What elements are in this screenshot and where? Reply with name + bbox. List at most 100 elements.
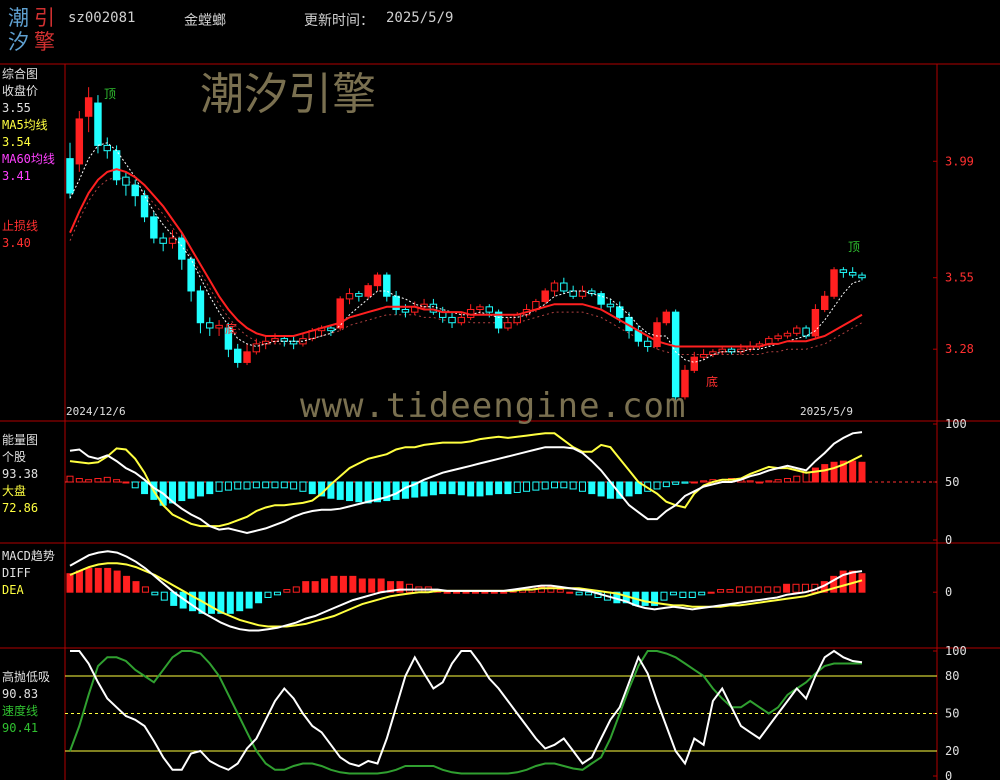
candle bbox=[75, 118, 84, 165]
oscillator-line bbox=[70, 649, 863, 771]
market-value: 72.86 bbox=[2, 501, 39, 515]
macd-bar bbox=[368, 578, 376, 593]
candle bbox=[476, 306, 484, 310]
energy-bar bbox=[299, 481, 307, 492]
macd-bar bbox=[698, 591, 706, 596]
macd-bar bbox=[783, 583, 791, 593]
candle bbox=[774, 335, 782, 340]
macd-bar bbox=[707, 591, 715, 594]
oscillator-chart: 100 80 50 20 0 bbox=[65, 644, 967, 780]
energy-bar bbox=[476, 481, 484, 497]
macd-bar bbox=[641, 591, 649, 606]
macd-bar bbox=[302, 581, 310, 593]
osc-value: 90.83 bbox=[2, 687, 39, 701]
candle bbox=[187, 258, 195, 292]
candle bbox=[858, 274, 866, 279]
bottom-mark: 底 bbox=[225, 322, 238, 336]
energy-bar bbox=[234, 481, 242, 490]
energy-bar bbox=[271, 481, 279, 489]
candle bbox=[448, 316, 456, 324]
energy-bar bbox=[597, 481, 605, 497]
brand-watermark: 潮汐引擎 bbox=[200, 69, 376, 120]
energy-bar bbox=[215, 481, 223, 492]
macd-bar bbox=[858, 573, 866, 593]
candle bbox=[457, 316, 466, 324]
candle bbox=[485, 306, 494, 313]
y-tick-label: 3.28 bbox=[945, 342, 974, 356]
candle bbox=[513, 314, 521, 324]
macd-bar bbox=[735, 586, 743, 593]
ma5-value: 3.54 bbox=[2, 135, 31, 149]
speed-label: 速度线 bbox=[2, 704, 39, 718]
energy-bar bbox=[429, 481, 437, 496]
macd-bar bbox=[321, 578, 329, 593]
macd-bar bbox=[745, 586, 753, 593]
energy-bar bbox=[578, 481, 586, 492]
energy-bar bbox=[308, 481, 316, 495]
main-chart: 3.99 3.55 3.28 bbox=[66, 87, 974, 403]
energy-bar bbox=[625, 481, 633, 497]
energy-bar bbox=[66, 475, 74, 483]
energy-bar bbox=[746, 480, 754, 483]
energy-bar bbox=[196, 481, 204, 497]
macd-bar bbox=[292, 586, 300, 593]
energy-bar bbox=[569, 481, 577, 490]
energy-bar bbox=[774, 479, 782, 483]
energy-bar bbox=[252, 481, 260, 489]
candle bbox=[783, 332, 792, 337]
candle bbox=[662, 311, 671, 324]
candle bbox=[653, 322, 661, 348]
macd-bar bbox=[481, 591, 489, 594]
macd-bar bbox=[339, 575, 347, 593]
macd-bar bbox=[500, 591, 508, 594]
close-label: 收盘价 bbox=[2, 84, 39, 98]
candle bbox=[94, 102, 102, 146]
energy-bar bbox=[94, 478, 102, 483]
candle bbox=[383, 274, 391, 297]
energy-bar bbox=[392, 481, 400, 500]
candle bbox=[345, 293, 354, 300]
macd-bar bbox=[453, 591, 461, 594]
macd-bar bbox=[255, 591, 263, 604]
candle bbox=[401, 308, 410, 313]
energy-bar bbox=[85, 479, 93, 483]
candle bbox=[168, 237, 177, 244]
macd-bar bbox=[556, 589, 564, 593]
macd-bar bbox=[660, 591, 668, 601]
candle bbox=[140, 195, 149, 218]
macd-bar bbox=[717, 589, 725, 593]
energy-bar bbox=[243, 481, 251, 490]
candle bbox=[699, 353, 708, 358]
macd-bar bbox=[236, 591, 244, 612]
macd-bar bbox=[207, 591, 215, 614]
candle bbox=[355, 293, 363, 297]
candle bbox=[811, 308, 820, 337]
macd-bar bbox=[226, 591, 234, 614]
energy-bar bbox=[765, 480, 773, 483]
candle bbox=[103, 144, 111, 152]
macd-bar bbox=[113, 570, 121, 593]
macd-bar bbox=[566, 591, 574, 594]
candle bbox=[243, 351, 251, 363]
macd-bar bbox=[94, 567, 102, 593]
energy-bar bbox=[523, 481, 531, 492]
macd-bar bbox=[151, 591, 159, 596]
energy-bar bbox=[662, 481, 670, 488]
energy-bar bbox=[122, 481, 130, 484]
candle bbox=[550, 282, 559, 292]
stock-value: 93.38 bbox=[2, 467, 39, 481]
energy-bar bbox=[224, 481, 232, 491]
candle bbox=[541, 290, 549, 303]
candle bbox=[569, 290, 577, 297]
y-tick-label: 3.55 bbox=[945, 271, 974, 285]
diff-label: DIFF bbox=[2, 566, 31, 580]
y-tick-label: 100 bbox=[945, 417, 967, 431]
ma60-label: MA60均线 bbox=[2, 152, 55, 166]
y-tick-label: 3.99 bbox=[945, 154, 974, 168]
energy-bar bbox=[830, 461, 838, 483]
candle bbox=[373, 274, 382, 287]
energy-bar bbox=[131, 481, 139, 489]
y-tick-label: 0 bbox=[945, 769, 952, 780]
macd-bar bbox=[273, 591, 281, 596]
macd-bar bbox=[264, 591, 272, 598]
